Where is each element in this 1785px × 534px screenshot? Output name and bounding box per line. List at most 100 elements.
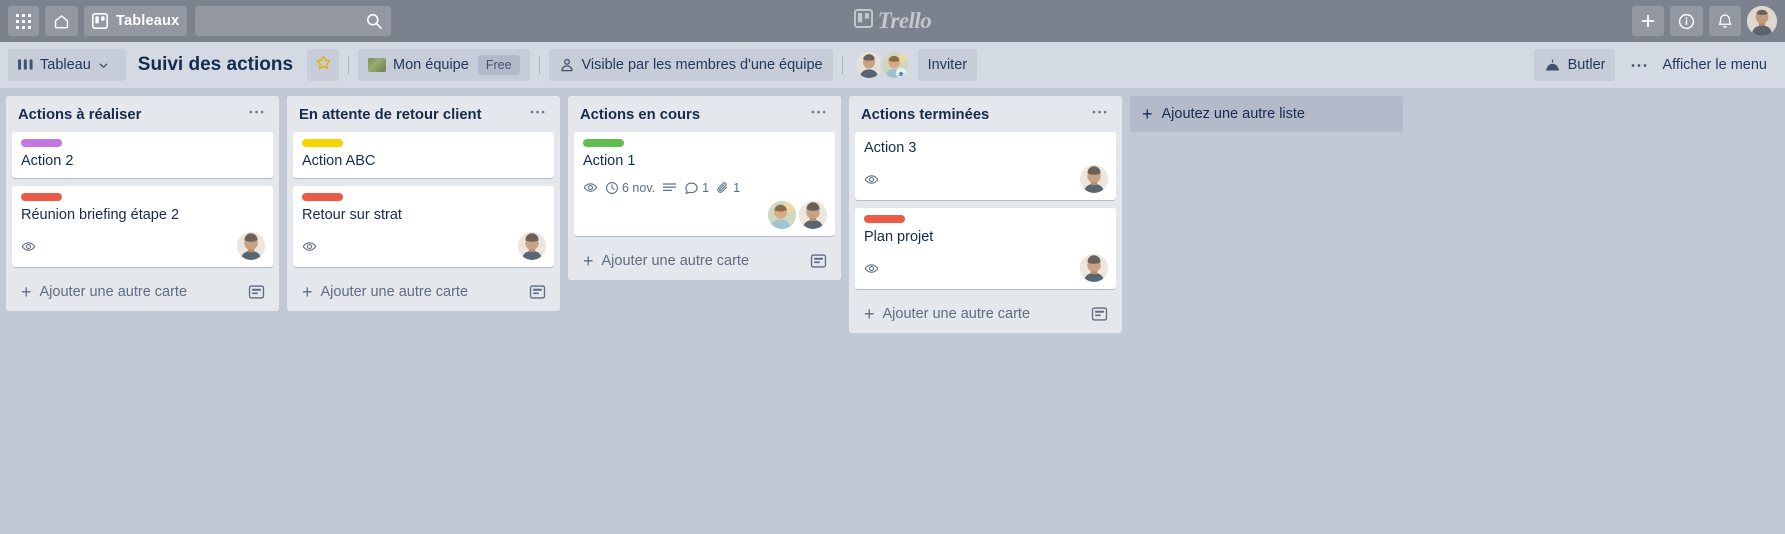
invite-label: Inviter (927, 57, 968, 73)
card-label[interactable] (583, 139, 624, 147)
plus-icon (1640, 13, 1656, 29)
badge-watch (864, 261, 882, 276)
trello-wordmark: Trello (877, 8, 932, 33)
list-menu-button[interactable] (806, 107, 831, 123)
board-members (853, 50, 910, 80)
card[interactable]: Action 3 (855, 132, 1116, 200)
list: Actions terminées Action 3 Plan projet +… (849, 96, 1122, 333)
team-button[interactable]: Mon équipe Free (358, 49, 530, 81)
board-switch-button[interactable]: Tableau (8, 49, 126, 81)
add-list-button[interactable]: + Ajoutez une autre liste (1130, 96, 1403, 132)
card-list: Action ABC Retour sur strat (287, 132, 560, 275)
list-title[interactable]: En attente de retour client (299, 107, 525, 123)
eye-icon (864, 172, 879, 187)
plus-icon: + (583, 251, 594, 271)
star-button[interactable] (307, 49, 340, 81)
list-header: Actions terminées (849, 96, 1122, 132)
card-template-button[interactable] (810, 253, 827, 269)
comment-icon (684, 181, 699, 195)
card[interactable]: Réunion briefing étape 2 (12, 186, 273, 267)
boards-button[interactable]: Tableaux (84, 6, 188, 36)
card-label[interactable] (21, 193, 62, 201)
card-label[interactable] (302, 139, 343, 147)
team-label: Mon équipe (393, 57, 469, 73)
list-title[interactable]: Actions à réaliser (18, 107, 244, 123)
invite-button[interactable]: Inviter (917, 49, 978, 81)
list: En attente de retour client Action ABC Re… (287, 96, 560, 311)
card-template-button[interactable] (1091, 306, 1108, 322)
add-list-label: Ajoutez une autre liste (1161, 106, 1305, 122)
list-header: En attente de retour client (287, 96, 560, 132)
header-divider-3 (841, 56, 843, 74)
card-label[interactable] (864, 215, 905, 223)
member-avatar-1[interactable] (237, 232, 265, 260)
board-icon (18, 58, 40, 72)
butler-button[interactable]: Butler (1533, 49, 1616, 81)
show-menu-button[interactable]: Afficher le menu (1621, 49, 1777, 81)
member-avatar-2[interactable] (768, 201, 796, 229)
card-title: Action 3 (864, 140, 917, 156)
card-title: Action ABC (302, 153, 376, 169)
card-labels (302, 193, 546, 201)
add-card-button[interactable]: + Ajouter une autre carte (853, 297, 1118, 331)
badge-watch (21, 239, 39, 254)
card-template-icon (810, 253, 827, 269)
card-label[interactable] (21, 139, 62, 147)
card-labels (583, 139, 827, 147)
search-icon[interactable] (366, 13, 383, 34)
user-avatar[interactable] (1747, 6, 1777, 36)
notifications-button[interactable] (1709, 6, 1741, 36)
add-card-label: Ajouter une autre carte (601, 253, 750, 269)
badge-text: 1 (733, 180, 741, 195)
eye-icon (21, 239, 36, 254)
card[interactable]: Action 1 6 nov. 1 1 (574, 132, 835, 236)
card-title: Action 2 (21, 153, 74, 169)
card-badges (864, 165, 1108, 193)
badge-attachments: 1 (716, 181, 743, 195)
card-members (1080, 254, 1108, 282)
card-labels (21, 193, 265, 201)
card-template-button[interactable] (248, 284, 265, 300)
member-avatar-1[interactable] (1080, 254, 1108, 282)
search-input[interactable] (203, 13, 384, 29)
list-menu-button[interactable] (525, 107, 550, 123)
card[interactable]: Plan projet (855, 208, 1116, 289)
show-menu-label: Afficher le menu (1662, 57, 1767, 73)
info-button[interactable] (1670, 6, 1703, 36)
search-box[interactable] (195, 6, 392, 36)
home-button[interactable] (45, 6, 78, 36)
add-card-button[interactable]: + Ajouter une autre carte (572, 244, 837, 278)
top-nav-actions (1632, 6, 1777, 36)
plus-icon: + (1142, 104, 1153, 124)
list-title[interactable]: Actions en cours (580, 107, 806, 123)
card[interactable]: Retour sur strat (293, 186, 554, 267)
card[interactable]: Action ABC (293, 132, 554, 178)
card-template-button[interactable] (529, 284, 546, 300)
card-label[interactable] (302, 193, 343, 201)
list-title[interactable]: Actions terminées (861, 107, 1087, 123)
member-avatar-1[interactable] (799, 201, 827, 229)
add-card-button[interactable]: + Ajouter une autre carte (291, 275, 556, 309)
board-header-actions: Butler Afficher le menu (1533, 49, 1777, 81)
description-icon (662, 182, 677, 194)
add-button[interactable] (1632, 6, 1664, 36)
visibility-button[interactable]: Visible par les membres d'une équipe (548, 49, 833, 81)
card-labels (864, 215, 1108, 223)
home-icon (53, 13, 70, 30)
list-menu-icon (249, 110, 264, 114)
member-avatar-2[interactable] (879, 50, 910, 80)
member-avatar-1[interactable] (518, 232, 546, 260)
add-card-button[interactable]: + Ajouter une autre carte (10, 275, 275, 309)
card[interactable]: Action 2 (12, 132, 273, 178)
add-card-label: Ajouter une autre carte (39, 284, 188, 300)
badge-watch (583, 180, 601, 195)
list-header: Actions à réaliser (6, 96, 279, 132)
apps-grid-button[interactable] (8, 6, 39, 36)
list-menu-button[interactable] (1087, 107, 1112, 123)
card-list: Action 3 Plan projet (849, 132, 1122, 297)
member-avatar-1[interactable] (1080, 165, 1108, 193)
list-menu-button[interactable] (244, 107, 269, 123)
list-menu-icon (530, 110, 545, 114)
grid-apps-icon (16, 13, 31, 29)
badge-due-date: 6 nov. (605, 181, 658, 195)
